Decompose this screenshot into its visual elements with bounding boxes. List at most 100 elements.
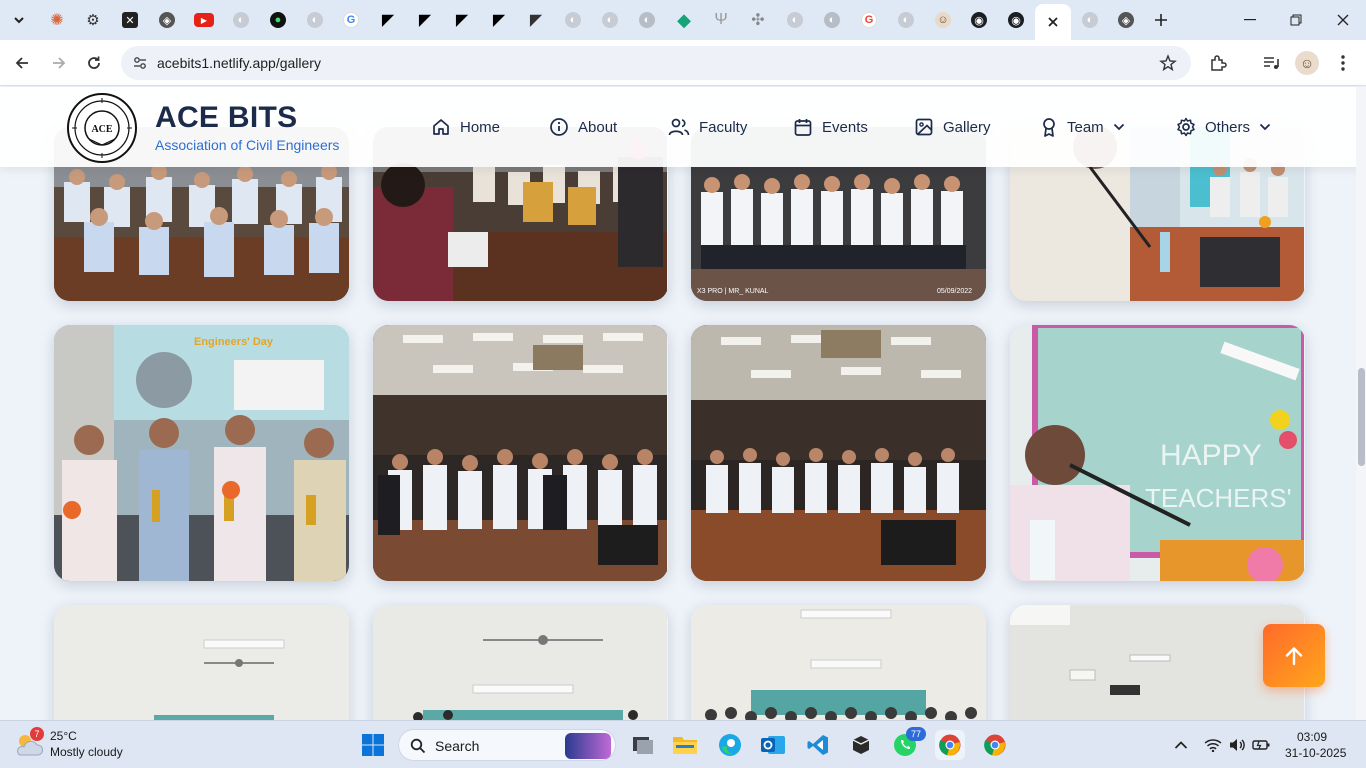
- active-tab[interactable]: [1035, 4, 1071, 40]
- tab-favicon-netlify[interactable]: ◤: [488, 9, 510, 31]
- tab-favicon-github[interactable]: ◉: [1005, 9, 1027, 31]
- task-view-button[interactable]: [628, 730, 658, 760]
- media-control-button[interactable]: [1257, 49, 1285, 77]
- gallery-photo[interactable]: [373, 605, 668, 720]
- tab-favicon-x[interactable]: ✕: [119, 9, 141, 31]
- search-label: Search: [435, 738, 480, 754]
- tab-favicon-globe[interactable]: ◐: [821, 9, 843, 31]
- volume-icon: [1230, 739, 1245, 751]
- nav-faculty[interactable]: Faculty: [668, 115, 747, 139]
- tab-favicon-netlify[interactable]: ◤: [377, 9, 399, 31]
- browser-menu-button[interactable]: [1329, 49, 1357, 77]
- taskbar-search[interactable]: Search: [398, 729, 616, 761]
- bookmark-star-icon[interactable]: [1159, 54, 1177, 72]
- tab-favicon-netlify[interactable]: ◤: [525, 9, 547, 31]
- tab-favicon-claude[interactable]: ✺: [46, 9, 68, 31]
- extensions-button[interactable]: [1204, 49, 1232, 77]
- tab-favicon-shield[interactable]: ◈: [1115, 9, 1137, 31]
- gallery-photo[interactable]: [373, 325, 668, 581]
- nav-others[interactable]: Others: [1176, 115, 1271, 139]
- browser-toolbar: acebits1.netlify.app/gallery ☺: [0, 40, 1366, 86]
- profile-avatar[interactable]: ☺: [1293, 49, 1321, 77]
- folder-icon: [673, 737, 697, 754]
- edge-icon: [719, 734, 741, 756]
- tab-favicon-google[interactable]: G: [858, 9, 880, 31]
- taskbar-whatsapp[interactable]: 77: [890, 727, 926, 760]
- tab-favicon-globe[interactable]: ◐: [784, 9, 806, 31]
- weather-widget[interactable]: 7: [14, 727, 46, 759]
- scroll-to-top-button[interactable]: [1263, 624, 1325, 687]
- gallery-photo[interactable]: [1010, 605, 1305, 720]
- tab-favicon-globe[interactable]: ◐: [562, 9, 584, 31]
- nav-others-label: Others: [1205, 118, 1251, 136]
- clock-date[interactable]: 31-10-2025: [1285, 746, 1346, 760]
- tab-favicon-openai[interactable]: ⚙: [82, 9, 104, 31]
- taskbar-edge[interactable]: [715, 730, 745, 760]
- tab-favicon-globe[interactable]: ◐: [895, 9, 917, 31]
- photo-date-stamp: 05/09/2022: [937, 288, 972, 295]
- taskbar-file-explorer[interactable]: [670, 730, 700, 760]
- gallery-photo[interactable]: [54, 605, 349, 720]
- restore-button[interactable]: [1273, 6, 1319, 34]
- tab-favicon-globe[interactable]: ◐: [1079, 9, 1101, 31]
- close-tab-icon[interactable]: [1047, 16, 1059, 28]
- nav-about-label: About: [578, 118, 618, 136]
- tab-favicon-netlify[interactable]: ◤: [414, 9, 436, 31]
- tab-favicon-globe[interactable]: ◐: [304, 9, 326, 31]
- gallery-photo[interactable]: Engineers' Day: [54, 325, 349, 581]
- tab-favicon-shield[interactable]: ◈: [156, 9, 178, 31]
- nav-gallery[interactable]: Gallery: [914, 115, 991, 139]
- nav-about[interactable]: About: [549, 115, 617, 139]
- address-bar[interactable]: acebits1.netlify.app/gallery: [121, 46, 1191, 80]
- tab-favicon-diamond[interactable]: ◆: [673, 9, 695, 31]
- taskbar-chrome-active[interactable]: [935, 730, 965, 760]
- tab-favicon-trident[interactable]: Ψ: [710, 9, 732, 31]
- tab-favicon-youtube[interactable]: ▶: [193, 9, 215, 31]
- taskbar-vscode[interactable]: [803, 730, 833, 760]
- reload-button[interactable]: [80, 49, 108, 77]
- forward-button[interactable]: [45, 49, 73, 77]
- close-window-button[interactable]: [1320, 6, 1366, 34]
- page-scrollbar-thumb[interactable]: [1358, 368, 1365, 466]
- box-icon: [852, 736, 870, 754]
- tab-favicon-cross[interactable]: ✣: [747, 9, 769, 31]
- ace-bits-logo[interactable]: ACE: [67, 93, 137, 163]
- url-text[interactable]: acebits1.netlify.app/gallery: [157, 55, 321, 71]
- svg-text:ACE: ACE: [91, 124, 112, 135]
- tab-favicon-globe[interactable]: ◐: [230, 9, 252, 31]
- taskbar-outlook[interactable]: [758, 730, 788, 760]
- start-button[interactable]: [358, 730, 388, 760]
- brand-title[interactable]: ACE BITS: [155, 101, 297, 135]
- gallery-photo[interactable]: [691, 325, 986, 581]
- tab-favicon-globe[interactable]: ◐: [599, 9, 621, 31]
- show-hidden-icons-button[interactable]: [1166, 730, 1196, 760]
- tab-favicon-avatar[interactable]: ☺: [932, 9, 954, 31]
- clock-time[interactable]: 03:09: [1297, 730, 1327, 744]
- taskbar-app-box[interactable]: [846, 730, 876, 760]
- tab-favicon-globe[interactable]: ◐: [636, 9, 658, 31]
- gear-icon: [1177, 117, 1195, 137]
- nav-team[interactable]: Team: [1040, 115, 1125, 139]
- tab-favicon-github[interactable]: ◉: [968, 9, 990, 31]
- nav-home[interactable]: Home: [431, 115, 500, 139]
- site-info-icon[interactable]: [132, 55, 148, 71]
- nav-events-label: Events: [822, 118, 868, 136]
- minimize-button[interactable]: [1227, 6, 1273, 34]
- tab-favicon-leaf[interactable]: ●: [267, 9, 289, 31]
- wifi-icon: [1204, 739, 1222, 752]
- gallery-photo[interactable]: [691, 605, 986, 720]
- nav-events[interactable]: Events: [793, 115, 868, 139]
- battery-button[interactable]: [1246, 730, 1276, 760]
- tab-favicon-google[interactable]: G: [340, 9, 362, 31]
- taskbar-chrome-profile[interactable]: [980, 730, 1010, 760]
- tab-search-icon[interactable]: [8, 9, 30, 31]
- nav-gallery-label: Gallery: [943, 118, 991, 136]
- new-tab-button[interactable]: [1150, 9, 1172, 31]
- weather-description[interactable]: Mostly cloudy: [50, 745, 123, 759]
- tab-favicon-netlify[interactable]: ◤: [451, 9, 473, 31]
- home-icon: [433, 119, 449, 135]
- back-button[interactable]: [8, 49, 36, 77]
- search-icon: [410, 738, 426, 754]
- weather-temperature[interactable]: 25°C: [50, 729, 77, 743]
- gallery-photo[interactable]: HAPPY TEACHERS': [1010, 325, 1305, 581]
